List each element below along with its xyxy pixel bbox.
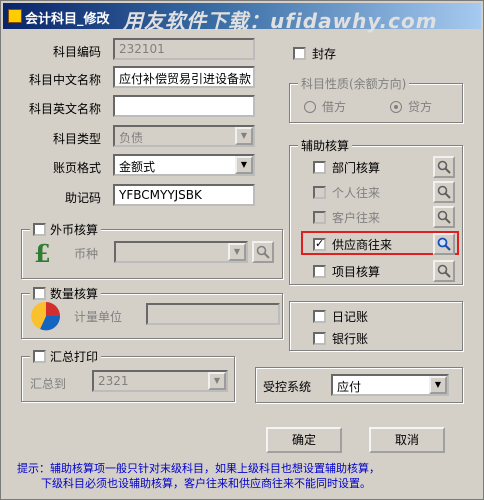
aux-label-supplier: 供应商往来 [332, 238, 393, 252]
summary-print-label: 汇总打印 [50, 350, 99, 364]
ok-button[interactable]: 确定 [266, 427, 342, 453]
chevron-down-icon[interactable]: ▼ [429, 376, 447, 394]
summary-to-select: 2321 ▼ [92, 370, 228, 392]
format-value: 金额式 [119, 160, 156, 174]
bank-journal-row[interactable]: 银行账 [313, 330, 368, 347]
aux-title: 辅助核算 [298, 137, 353, 154]
app-icon [8, 9, 22, 23]
project-search-button[interactable] [433, 260, 455, 282]
type-label: 科目类型 [52, 132, 101, 146]
en-name-label: 科目英文名称 [28, 102, 101, 116]
foreign-currency-title[interactable]: 外币核算 [30, 221, 102, 238]
search-icon [256, 245, 270, 259]
department-search-button[interactable] [433, 156, 455, 178]
summary-to-label: 汇总到 [30, 377, 67, 391]
code-field: 232101 [113, 38, 255, 60]
aux-label-project: 项目核算 [332, 265, 381, 279]
aux-item-department[interactable]: 部门核算 [313, 159, 380, 176]
currency-search-button [252, 241, 274, 263]
aux-checkbox-personal [313, 186, 326, 199]
currency-icon: £ [32, 239, 56, 268]
type-value: 负债 [119, 131, 144, 145]
nature-title: 科目性质(余额方向) [298, 75, 410, 92]
code-label: 科目编码 [52, 45, 101, 59]
bank-journal-checkbox[interactable] [313, 332, 326, 345]
foreign-currency-checkbox[interactable] [33, 223, 46, 236]
aux-checkbox-department[interactable] [313, 161, 326, 174]
aux-item-personal: 个人往来 [313, 184, 380, 201]
control-system-select[interactable]: 应付 ▼ [331, 374, 449, 396]
currency-label: 币种 [74, 247, 99, 261]
credit-radio [390, 100, 402, 113]
format-label: 账页格式 [52, 161, 101, 175]
sealed-checkbox-row[interactable]: 封存 [293, 45, 336, 62]
credit-radio-row: 贷方 [390, 98, 432, 115]
chevron-down-icon: ▼ [235, 127, 253, 145]
bank-journal-label: 银行账 [332, 332, 369, 346]
cn-name-label: 科目中文名称 [28, 73, 101, 87]
hint-line-2: 下级科目必须也设辅助核算，客户往来和供应商往来不能同时设置。 [41, 477, 371, 490]
aux-label-customer: 客户往来 [332, 211, 381, 225]
mnemonic-field[interactable]: YFBCMYYJSBK [113, 184, 255, 206]
unit-label: 计量单位 [74, 310, 123, 324]
debit-radio [304, 100, 316, 113]
chevron-down-icon[interactable]: ▼ [235, 156, 253, 174]
chevron-down-icon: ▼ [228, 243, 246, 261]
aux-label-personal: 个人往来 [332, 186, 381, 200]
currency-select: ▼ [114, 241, 248, 263]
search-icon [437, 160, 451, 174]
pie-chart-icon [30, 300, 62, 335]
search-icon [437, 237, 451, 251]
control-system-label: 受控系统 [263, 380, 312, 394]
quantity-group: 数量核算 计量单位 [21, 285, 283, 339]
search-icon [437, 264, 451, 278]
svg-text:£: £ [34, 240, 51, 266]
mnemonic-label: 助记码 [64, 191, 101, 205]
aux-checkbox-project[interactable] [313, 265, 326, 278]
hint-text: 提示：辅助核算项一般只针对末级科目，如果上级科目也想设置辅助核算， 下级科目必须… [17, 461, 473, 491]
en-name-field[interactable] [113, 95, 255, 117]
summary-to-value: 2321 [98, 374, 129, 388]
unit-field [146, 303, 280, 325]
sealed-label: 封存 [312, 47, 337, 61]
debit-radio-row: 借方 [304, 98, 346, 115]
aux-label-department: 部门核算 [332, 161, 381, 175]
supplier-search-button[interactable] [433, 233, 455, 255]
format-select[interactable]: 金额式 ▼ [113, 154, 255, 176]
foreign-currency-group: 外币核算 £ 币种 ▼ [21, 221, 283, 279]
control-system-value: 应付 [337, 380, 362, 394]
daily-journal-row[interactable]: 日记账 [313, 308, 368, 325]
summary-print-checkbox[interactable] [33, 350, 46, 363]
debit-label: 借方 [322, 100, 347, 114]
watermark-text: 用友软件下载：ufidawhy.com [123, 9, 438, 33]
aux-item-project[interactable]: 项目核算 [313, 263, 380, 280]
foreign-currency-label: 外币核算 [50, 223, 99, 237]
cancel-button[interactable]: 取消 [369, 427, 445, 453]
aux-item-supplier[interactable]: 供应商往来 [313, 236, 392, 253]
account-subject-dialog: 会计科目_修改 用友软件下载：ufidawhy.com 科目编码 232101 … [0, 0, 484, 500]
daily-journal-label: 日记账 [332, 310, 369, 324]
cn-name-field[interactable]: 应付补偿贸易引进设备款 [113, 66, 255, 88]
nature-group: 科目性质(余额方向) 借方 贷方 [289, 75, 463, 123]
type-select: 负债 ▼ [113, 125, 255, 147]
search-icon [437, 210, 451, 224]
search-icon [437, 185, 451, 199]
personal-search-button [433, 181, 455, 203]
title-bar[interactable]: 会计科目_修改 用友软件下载：ufidawhy.com [3, 3, 481, 33]
window-title: 会计科目_修改 [25, 12, 110, 27]
aux-item-customer: 客户往来 [313, 209, 380, 226]
chevron-down-icon: ▼ [208, 372, 226, 390]
aux-checkbox-customer [313, 211, 326, 224]
sealed-checkbox[interactable] [293, 47, 306, 60]
summary-print-title[interactable]: 汇总打印 [30, 348, 102, 365]
daily-journal-checkbox[interactable] [313, 310, 326, 323]
quantity-checkbox[interactable] [33, 287, 46, 300]
summary-print-group: 汇总打印 汇总到 2321 ▼ [21, 348, 235, 402]
hint-line-1: 提示：辅助核算项一般只针对末级科目，如果上级科目也想设置辅助核算， [17, 462, 380, 475]
aux-checkbox-supplier[interactable] [313, 237, 326, 251]
credit-label: 贷方 [408, 100, 433, 114]
customer-search-button [433, 206, 455, 228]
